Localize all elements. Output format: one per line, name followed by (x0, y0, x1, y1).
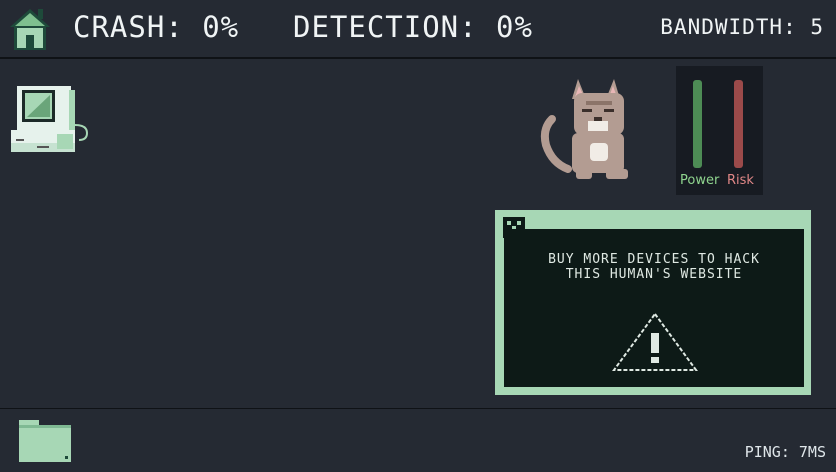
ping-readout: PING: 7MS (744, 443, 826, 461)
top-hud: CRASH: 0% DETECTION: 0% BANDWIDTH: 5 (0, 0, 836, 59)
home-icon[interactable] (8, 7, 52, 51)
computer-icon[interactable] (9, 85, 93, 155)
power-risk-meters: Power Risk (676, 66, 763, 195)
detection-stat: DETECTION: 0% (293, 10, 533, 44)
bottom-bar: PING: 7MS (0, 408, 836, 472)
risk-label: Risk (727, 173, 754, 188)
popup-message: BUY MORE DEVICES TO HACK THIS HUMAN'S WE… (548, 252, 760, 282)
power-meter (693, 80, 702, 168)
crash-stat: CRASH: 0% (73, 10, 240, 44)
bandwidth-stat: BANDWIDTH: 5 (660, 15, 824, 39)
warning-triangle-icon (611, 311, 699, 377)
cat-mascot (540, 77, 632, 181)
folder-icon[interactable] (17, 418, 73, 464)
risk-meter (734, 80, 743, 168)
alert-popup: BUY MORE DEVICES TO HACK THIS HUMAN'S WE… (495, 210, 811, 395)
popup-body: BUY MORE DEVICES TO HACK THIS HUMAN'S WE… (504, 229, 804, 387)
power-label: Power (680, 173, 720, 188)
